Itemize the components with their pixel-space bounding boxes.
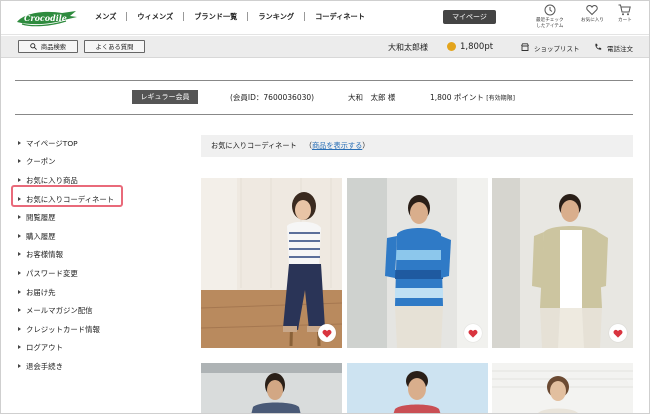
member-points: 1,800 ポイント [有効期限] [430,92,515,103]
utility-bar: 商品検索 よくある質問 大和太郎様 1,800pt ショップリスト 電話注文 [1,36,649,58]
cart-link[interactable]: カート [618,4,632,24]
crocodile-logo[interactable]: Crocodile [14,7,80,29]
divider-top [15,80,633,81]
divider-bottom [15,114,633,115]
member-points-value: 1,800 ポイント [430,93,484,102]
svg-text:Crocodile: Crocodile [24,13,67,23]
product-search-label: 商品検索 [40,44,67,51]
heart-outline-icon [586,4,599,16]
phone-order-label: 電話注文 [607,44,633,53]
shoplist-label: ショップリスト [534,44,580,53]
coordinate-photo-6[interactable] [492,363,633,413]
sidebar-item-browsing-history[interactable]: 閲覧履歴 [18,208,138,227]
favorites-label: お気に入り [581,18,604,23]
heart-filled-icon [322,329,332,338]
search-icon [30,43,37,50]
points-coin-icon [447,42,456,51]
nav-mens[interactable]: メンズ [85,12,128,21]
sidebar-item-password[interactable]: パスワード変更 [18,264,138,283]
member-rank-badge: レギュラー会員 [132,90,198,104]
site-header: Crocodile メンズ ウィメンズ ブランド一覧 ランキング コーディネート… [1,1,649,35]
phone-icon [594,43,602,53]
shop-icon [521,42,529,53]
sidebar-item-withdraw[interactable]: 退会手続き [18,357,138,376]
points-expiry-note: [有効期限] [486,95,515,102]
sidebar-item-credit-card[interactable]: クレジットカード情報 [18,320,138,339]
cart-label: カート [618,18,632,23]
sidebar-item-logout[interactable]: ログアウト [18,339,138,358]
coordinate-photo-4[interactable] [201,363,342,413]
recent-items-link[interactable]: 最近チェック したアイテム [536,4,564,29]
mypage-button[interactable]: マイページ [443,10,496,24]
nav-ranking[interactable]: ランキング [248,12,306,21]
favorite-heart-button-2[interactable] [464,324,482,342]
heart-filled-icon [468,329,478,338]
coordinate-image-woman-window [492,363,633,413]
nav-coordinate[interactable]: コーディネート [305,12,375,21]
favorite-heart-button-1[interactable] [318,324,336,342]
member-id: (会員ID：7600036030) [230,93,315,102]
favorites-link[interactable]: お気に入り [581,4,604,24]
mypage-sidebar: マイページTOP クーポン お気に入り商品 お気に入りコーディネート 閲覧履歴 … [18,134,138,376]
coordinate-photo-3[interactable] [492,178,633,348]
show-items-link[interactable]: 商品を表示する [312,141,362,151]
page-frame: Crocodile メンズ ウィメンズ ブランド一覧 ランキング コーディネート… [0,0,650,414]
favorites-coordinate-header: お気に入りコーディネート （ 商品を表示する ） [201,135,633,157]
sidebar-item-newsletter[interactable]: メールマガジン配信 [18,301,138,320]
coordinate-image-man-polo [347,178,488,348]
coordinate-photo-5[interactable] [347,363,488,413]
coordinate-photo-1[interactable] [201,178,342,348]
coordinate-image-woman-seated [201,178,342,348]
favorite-heart-button-3[interactable] [609,324,627,342]
sidebar-item-customer-info[interactable]: お客様情報 [18,246,138,265]
sidebar-item-delivery[interactable]: お届け先 [18,283,138,302]
coordinate-image-man-smiling [347,363,488,413]
sidebar-item-purchase-history[interactable]: 購入履歴 [18,227,138,246]
paren-open: （ [304,141,312,150]
active-item-highlight [11,185,123,207]
coordinate-photo-2[interactable] [347,178,488,348]
nav-brands[interactable]: ブランド一覧 [184,12,249,21]
content-title: お気に入りコーディネート [211,141,297,150]
coordinate-image-man-jacket [492,178,633,348]
product-search-button[interactable]: 商品検索 [18,40,78,53]
shoplist-link[interactable]: ショップリスト [521,42,580,53]
heart-filled-icon [613,329,623,338]
member-name: 大和 太郎 様 [348,93,396,102]
paren-close: ） [362,141,370,150]
user-greeting: 大和太郎様 [388,43,428,52]
sidebar-item-mypage-top[interactable]: マイページTOP [18,134,138,153]
main-nav: メンズ ウィメンズ ブランド一覧 ランキング コーディネート [85,12,375,21]
coordinate-image-man-shirt [201,363,342,413]
faq-button[interactable]: よくある質問 [84,40,145,53]
clock-icon [544,4,556,16]
recent-items-label-2: したアイテム [536,23,564,29]
points-value: 1,800pt [460,41,494,52]
sidebar-item-coupon[interactable]: クーポン [18,153,138,172]
phone-order-link[interactable]: 電話注文 [594,43,633,53]
cart-icon [618,4,632,16]
nav-womens[interactable]: ウィメンズ [127,12,185,21]
